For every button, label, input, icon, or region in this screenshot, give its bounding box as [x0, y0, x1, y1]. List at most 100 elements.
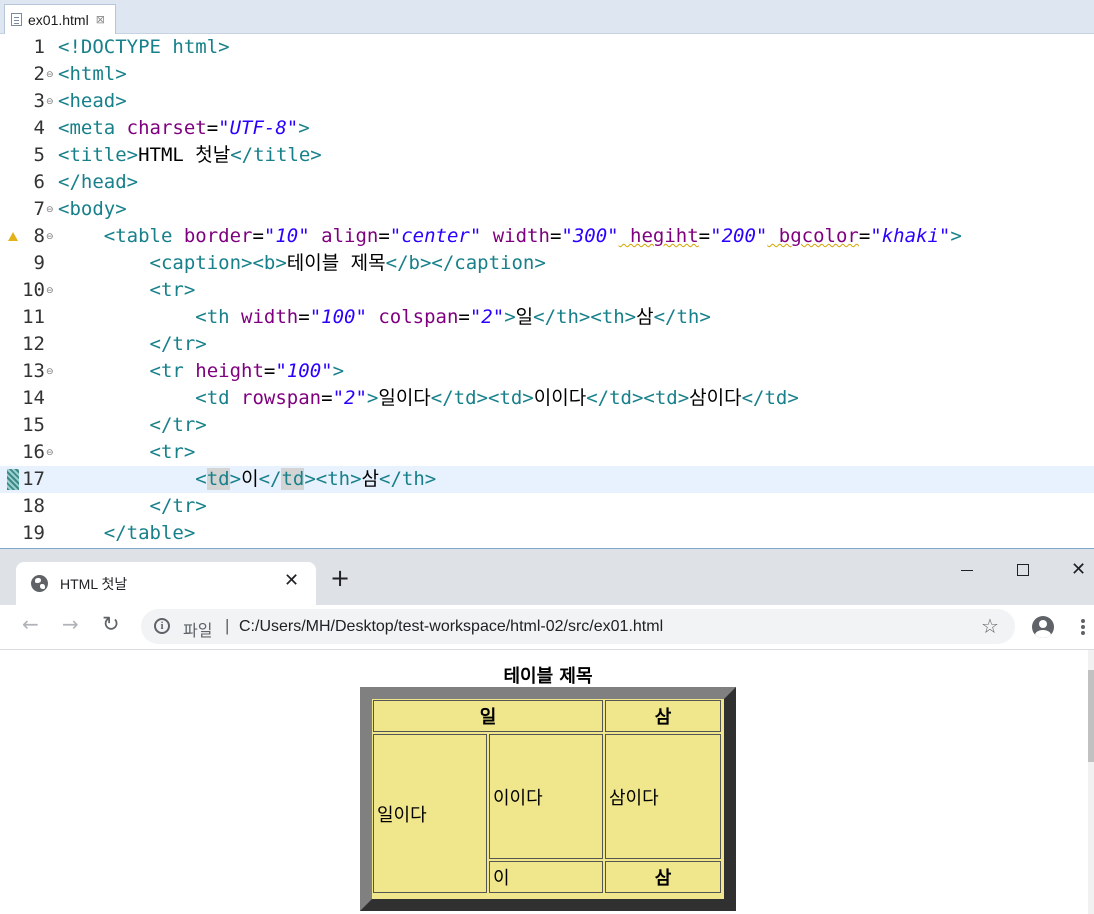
- editor-tab-close-icon[interactable]: ⊠: [96, 13, 105, 26]
- code-token: </tr>: [58, 495, 207, 517]
- line-number: 9: [33, 252, 45, 274]
- code-line: 1 <!DOCTYPE html>: [0, 34, 1094, 61]
- code-text: </tr>: [58, 331, 207, 358]
- code-text: <th width="100" colspan="2">일</th><th>삼<…: [58, 306, 711, 328]
- code-line: 9 <caption><b>테이블 제목</b></caption>: [0, 250, 1094, 277]
- code-line: 5 <title>HTML 첫날</title>: [0, 142, 1094, 169]
- file-icon: [11, 13, 22, 26]
- code-token: "200": [710, 225, 768, 247]
- fold-icon[interactable]: ⊖: [46, 206, 54, 215]
- code-line: 6 </head>: [0, 169, 1094, 196]
- code-token: "10": [263, 225, 310, 247]
- fold-icon[interactable]: ⊖: [46, 368, 54, 377]
- fold-icon[interactable]: ⊖: [46, 287, 54, 296]
- code-token: HTML 첫날: [138, 144, 231, 166]
- code-token: <head>: [58, 90, 127, 112]
- menu-icon[interactable]: [1081, 619, 1085, 623]
- code-line: 7 ⊖ <body>: [0, 196, 1094, 223]
- page-viewport: 테이블 제목 일 삼 일이다 이이다 삼이다 이 삼: [0, 650, 1094, 914]
- code-token: </td><td>: [586, 387, 690, 409]
- code-line: 12 </tr>: [0, 331, 1094, 358]
- code-token: </td>: [741, 387, 799, 409]
- new-tab-button[interactable]: +: [330, 566, 350, 590]
- fold-icon[interactable]: ⊖: [46, 71, 54, 80]
- back-button[interactable]: ←: [22, 613, 39, 635]
- code-token: width: [229, 306, 299, 328]
- code-token: <body>: [58, 198, 127, 220]
- code-token: <html>: [58, 63, 127, 85]
- reload-button[interactable]: ↻: [102, 613, 120, 635]
- table-cell: 이: [489, 861, 603, 893]
- code-token-highlight: td: [206, 468, 230, 490]
- line-number: 8: [33, 225, 45, 247]
- info-icon[interactable]: i: [154, 618, 170, 634]
- code-editor[interactable]: ex01.html ⊠ 1 <!DOCTYPE html> 2 ⊖ <html>…: [0, 0, 1094, 548]
- code-token: </th>: [653, 306, 711, 328]
- table-header-cell: 삼: [605, 700, 721, 732]
- code-text: </tr>: [58, 493, 207, 520]
- code-token: </table>: [58, 522, 196, 544]
- forward-button[interactable]: →: [62, 613, 79, 635]
- code-token: </td><td>: [430, 387, 534, 409]
- code-token: "2": [332, 387, 367, 409]
- editor-tab-ex01[interactable]: ex01.html ⊠: [4, 4, 116, 34]
- line-number: 16: [22, 441, 45, 463]
- address-bar[interactable]: i 파일 | C:/Users/MH/Desktop/test-workspac…: [141, 609, 1015, 644]
- code-token: </th><th>: [533, 306, 637, 328]
- code-line: 13 ⊖ <tr height="100">: [0, 358, 1094, 385]
- code-token: 삼: [361, 468, 380, 490]
- line-number: 14: [22, 387, 45, 409]
- code-token: </title>: [230, 144, 322, 166]
- star-icon[interactable]: ☆: [981, 614, 999, 638]
- window-close-icon[interactable]: ✕: [1071, 559, 1086, 580]
- profile-icon[interactable]: [1032, 616, 1054, 638]
- table-cell: 일이다: [373, 734, 487, 893]
- code-token: >: [298, 117, 310, 139]
- scrollbar[interactable]: [1088, 650, 1094, 914]
- fold-icon[interactable]: ⊖: [46, 98, 54, 107]
- code-token: <title>: [58, 144, 139, 166]
- scrollbar-thumb[interactable]: [1088, 670, 1094, 762]
- code-token: width: [481, 225, 550, 247]
- fold-icon[interactable]: ⊖: [46, 233, 54, 242]
- code-token: <caption><b>: [58, 252, 287, 274]
- code-token: <tr>: [58, 279, 196, 301]
- code-token: bgcolor: [767, 225, 859, 247]
- tab-close-icon[interactable]: ✕: [284, 570, 299, 591]
- code-token: charset: [115, 117, 207, 139]
- code-area[interactable]: 1 <!DOCTYPE html> 2 ⊖ <html> 3 ⊖ <head> …: [0, 34, 1094, 548]
- code-token: "300": [561, 225, 619, 247]
- code-line-current: 17 <td>이</td><th>삼</th>: [0, 466, 1094, 493]
- code-text: </head>: [58, 169, 138, 196]
- code-token: >: [332, 360, 345, 382]
- minimize-icon[interactable]: [961, 570, 973, 571]
- code-text: <tr>: [58, 439, 196, 466]
- line-number: 6: [33, 171, 45, 193]
- browser-title-bar[interactable]: HTML 첫날 ✕ + ✕: [0, 549, 1094, 605]
- line-number: 12: [22, 333, 45, 355]
- code-token: hegiht: [618, 225, 699, 247]
- line-number: 17: [22, 468, 45, 490]
- editor-tab-label: ex01.html: [28, 11, 89, 28]
- table-caption: 테이블 제목: [503, 666, 593, 687]
- code-token: "khaki": [870, 225, 951, 247]
- fold-icon[interactable]: ⊖: [46, 449, 54, 458]
- maximize-icon[interactable]: [1017, 564, 1029, 576]
- code-token: </tr>: [58, 333, 207, 355]
- code-line: 2 ⊖ <html>: [0, 61, 1094, 88]
- code-token: 삼이다: [689, 387, 742, 409]
- code-token: =: [206, 117, 219, 139]
- url-text[interactable]: C:/Users/MH/Desktop/test-workspace/html-…: [239, 618, 663, 636]
- khaki-table: 일 삼 일이다 이이다 삼이다 이 삼: [360, 687, 736, 911]
- code-token: <: [195, 468, 207, 490]
- line-number: 13: [22, 360, 45, 382]
- code-line: 4 <meta charset="UTF-8">: [0, 115, 1094, 142]
- browser-tab[interactable]: HTML 첫날 ✕: [16, 562, 316, 605]
- code-token: <th: [58, 306, 230, 328]
- line-number: 4: [33, 117, 45, 139]
- code-token: >: [366, 387, 379, 409]
- browser-toolbar: ← → ↻ i 파일 | C:/Users/MH/Desktop/test-wo…: [0, 605, 1094, 650]
- code-token: <meta: [58, 117, 116, 139]
- editor-tab-bar: ex01.html ⊠: [0, 0, 1094, 34]
- code-line: 3 ⊖ <head>: [0, 88, 1094, 115]
